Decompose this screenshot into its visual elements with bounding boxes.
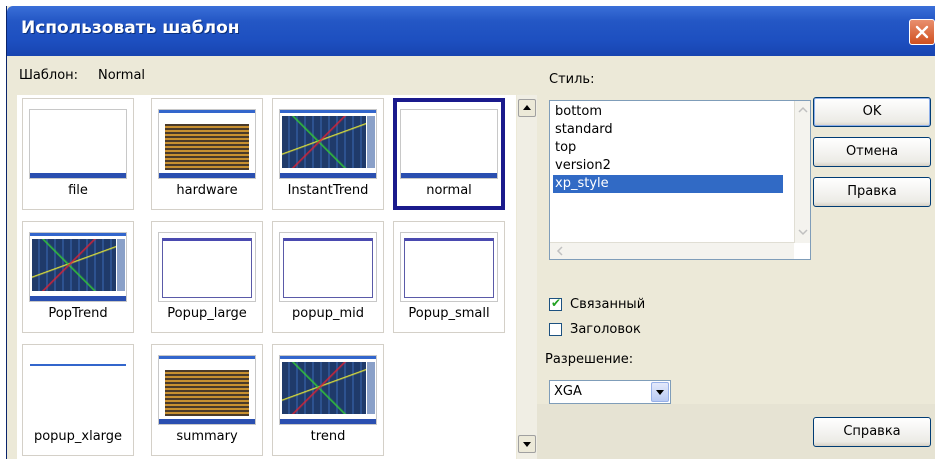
dialog-title: Использовать шаблон [21, 18, 240, 38]
title-bar[interactable]: Использовать шаблон [7, 6, 935, 56]
header-checkbox[interactable] [549, 323, 562, 336]
template-grid-scrollbar[interactable] [517, 95, 537, 459]
template-tile-poptrend[interactable]: PopTrend [22, 221, 134, 333]
resolution-label: Разрешение: [545, 352, 634, 367]
scroll-up-button[interactable] [518, 99, 536, 117]
template-tile-normal[interactable]: normal [393, 98, 505, 210]
template-tile-instanttrend[interactable]: InstantTrend [272, 98, 384, 210]
template-tile-label: hardware [176, 183, 238, 198]
header-checkbox-row[interactable]: Заголовок [549, 322, 679, 338]
close-button[interactable] [909, 19, 935, 45]
style-item-standard[interactable]: standard [553, 121, 783, 139]
style-item-version2[interactable]: version2 [553, 157, 783, 175]
use-template-dialog: Использовать шаблон Шаблон: Normal file … [6, 6, 935, 459]
template-thumbnail [29, 355, 127, 425]
template-thumbnail [158, 355, 256, 425]
chevron-down-icon [656, 390, 664, 395]
arrow-left-icon [556, 246, 563, 256]
template-thumbnail [158, 232, 256, 302]
resolution-value: XGA [554, 384, 582, 399]
template-tile-popup-mid[interactable]: popup_mid [272, 221, 384, 333]
template-thumbnail [279, 109, 377, 179]
template-tile-label: PopTrend [48, 306, 108, 321]
template-thumbnail [279, 232, 377, 302]
template-tile-label: normal [426, 183, 472, 198]
template-tile-file[interactable]: file [22, 98, 134, 210]
template-thumbnail [279, 355, 377, 425]
template-thumbnail [158, 109, 256, 179]
template-tile-label: popup_mid [292, 306, 364, 321]
template-tile-label: trend [310, 429, 346, 444]
help-button[interactable]: Справка [813, 417, 931, 447]
edit-button[interactable]: Правка [813, 177, 931, 207]
template-current-value: Normal [98, 68, 146, 83]
template-tile-label: summary [176, 429, 238, 444]
style-listbox[interactable]: bottom standard top version2 xp_style [549, 100, 811, 260]
arrow-up-icon [798, 106, 808, 113]
template-tile-popup-xlarge[interactable]: popup_xlarge [22, 344, 134, 456]
template-thumbnail [29, 109, 127, 179]
template-thumbnail [400, 109, 498, 179]
checkmark-icon: ✔ [551, 296, 562, 310]
scroll-down-button[interactable] [518, 435, 536, 453]
style-list-horizontal-scrollbar[interactable] [550, 242, 794, 259]
template-tile-label: Popup_large [167, 306, 247, 321]
style-item-xp-style[interactable]: xp_style [553, 175, 783, 193]
linked-checkbox[interactable]: ✔ [549, 296, 562, 311]
template-tile-trend[interactable]: trend [272, 344, 384, 456]
cancel-button[interactable]: Отмена [813, 137, 931, 167]
style-item-top[interactable]: top [553, 139, 783, 157]
template-thumbnail [29, 232, 127, 302]
template-tile-label: InstantTrend [287, 183, 369, 198]
style-label: Стиль: [549, 72, 595, 87]
resolution-select[interactable]: XGA [549, 380, 671, 404]
arrow-down-icon [798, 229, 808, 236]
template-tile-label: file [68, 183, 88, 198]
header-checkbox-label: Заголовок [570, 322, 641, 337]
arrow-down-icon [523, 442, 531, 447]
linked-checkbox-row[interactable]: ✔ Связанный [549, 296, 679, 313]
resolution-dropdown-button[interactable] [651, 382, 669, 402]
template-thumbnail [400, 232, 498, 302]
close-icon [915, 25, 929, 39]
arrow-up-icon [523, 105, 531, 110]
style-item-bottom[interactable]: bottom [553, 103, 783, 121]
linked-checkbox-label: Связанный [570, 297, 646, 312]
style-list-vertical-scrollbar[interactable] [794, 101, 810, 243]
template-tile-popup-large[interactable]: Popup_large [151, 221, 263, 333]
template-grid: file hardware InstantTrend normal PopTre… [17, 95, 516, 459]
template-tile-label: popup_xlarge [33, 429, 123, 444]
template-tile-popup-small[interactable]: Popup_small [393, 221, 505, 333]
template-tile-label: Popup_small [408, 306, 490, 321]
template-tile-summary[interactable]: summary [151, 344, 263, 456]
template-label: Шаблон: [19, 68, 79, 83]
template-tile-hardware[interactable]: hardware [151, 98, 263, 210]
ok-button[interactable]: OK [813, 97, 931, 127]
